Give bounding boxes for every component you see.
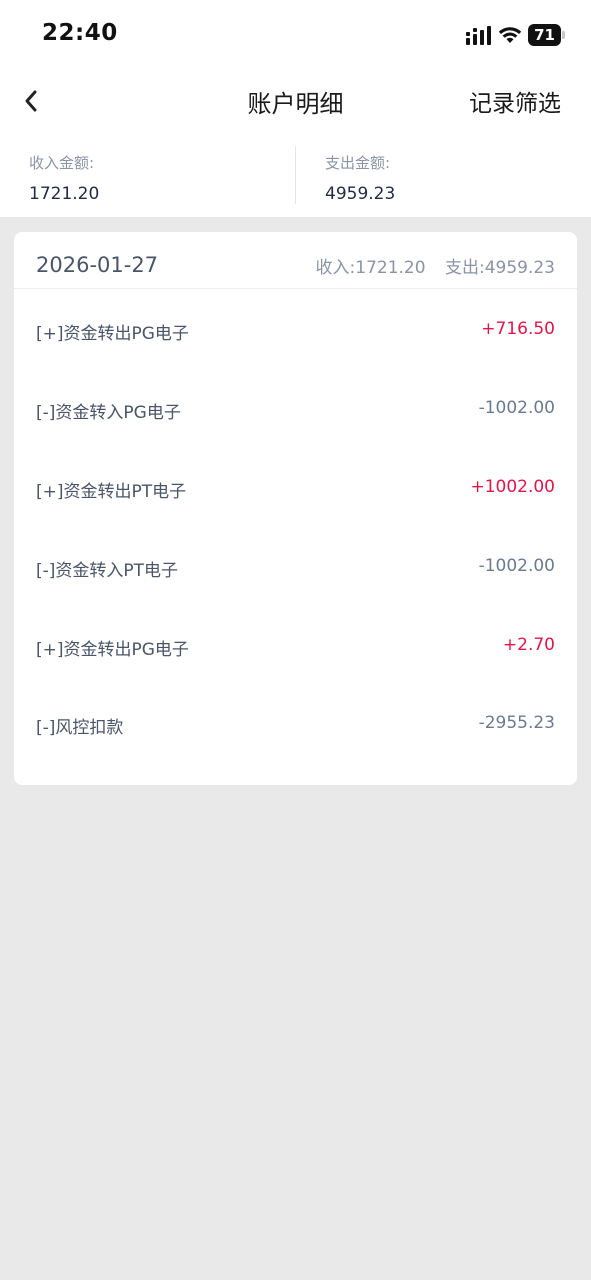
transaction-label: [+]资金转出PT电子 xyxy=(36,482,187,502)
day-income-total: 收入:1721.20 xyxy=(315,258,426,278)
day-card-header: 2026-01-27 收入:1721.20 支出:4959.23 xyxy=(14,232,577,289)
day-expense-total: 支出:4959.23 xyxy=(444,258,555,278)
day-card: 2026-01-27 收入:1721.20 支出:4959.23 [+]资金转出… xyxy=(14,232,577,785)
transaction-amount: -2955.23 xyxy=(478,713,555,733)
wifi-icon xyxy=(498,27,522,43)
expense-label: 支出金额: xyxy=(325,154,391,172)
transaction-label: [-]风控扣款 xyxy=(36,718,124,738)
transaction-amount: -1002.00 xyxy=(478,398,555,418)
transaction-row[interactable]: [-]风控扣款 -2955.23 xyxy=(14,693,577,753)
transaction-row[interactable]: [-]资金转入PG电子 -1002.00 xyxy=(14,378,577,438)
transaction-label: [-]资金转入PT电子 xyxy=(36,561,179,581)
transaction-amount: +2.70 xyxy=(502,635,555,655)
income-label: 收入金额: xyxy=(29,154,95,172)
signal-icon xyxy=(466,26,491,45)
summary-divider xyxy=(295,146,296,204)
status-time: 22:40 xyxy=(42,20,118,46)
day-totals: 收入:1721.20 支出:4959.23 xyxy=(302,253,555,278)
transaction-label: [-]资金转入PG电子 xyxy=(36,403,181,423)
battery-icon: 71 xyxy=(528,24,566,46)
transaction-row[interactable]: [+]资金转出PG电子 +2.70 xyxy=(14,615,577,675)
transaction-label: [+]资金转出PG电子 xyxy=(36,640,189,660)
transaction-amount: -1002.00 xyxy=(478,556,555,576)
income-value: 1721.20 xyxy=(29,184,100,204)
transaction-amount: +1002.00 xyxy=(470,477,555,497)
transaction-amount: +716.50 xyxy=(481,319,555,339)
expense-value: 4959.23 xyxy=(325,184,396,204)
nav-bar: 账户明细 记录筛选 xyxy=(0,70,591,130)
status-bar: 22:40 71 xyxy=(0,0,591,70)
transaction-label: [+]资金转出PG电子 xyxy=(36,324,189,344)
transaction-row[interactable]: [+]资金转出PG电子 +716.50 xyxy=(14,299,577,359)
transaction-row[interactable]: [+]资金转出PT电子 +1002.00 xyxy=(14,457,577,517)
day-date: 2026-01-27 xyxy=(36,253,159,277)
battery-level: 71 xyxy=(534,26,555,44)
transaction-row[interactable]: [-]资金转入PT电子 -1002.00 xyxy=(14,536,577,596)
record-filter-button[interactable]: 记录筛选 xyxy=(469,84,561,118)
